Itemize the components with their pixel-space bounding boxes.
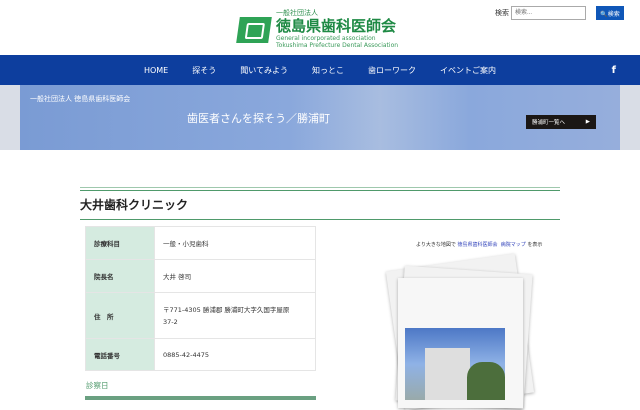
clinic-info-table: 診療科目 一般・小児歯科 院長名 大井 啓司 住 所〒771-4305 勝浦郡 勝浦…	[85, 226, 316, 371]
town-list-button[interactable]: 勝浦町一覧へ ▶	[526, 115, 596, 129]
search-input[interactable]	[511, 6, 586, 20]
caption-pre: より大きな地図で	[416, 242, 456, 248]
clinic-name: 大井歯科クリニック	[80, 187, 560, 220]
row-value: 大井 啓司	[154, 259, 316, 293]
row-value-2: 37-2	[163, 317, 178, 326]
row-label: 診療科目	[85, 226, 155, 260]
nav-home[interactable]: HOME	[132, 66, 180, 75]
row-label: 院長名	[85, 259, 155, 293]
site-logo[interactable]: 一般社団法人 徳島県歯科医師会 General incorporated ass…	[236, 8, 399, 49]
org-name: 徳島県歯科医師会	[276, 17, 397, 35]
org-en2: Tokushima Prefecture Dental Association	[276, 42, 399, 49]
clinic-photo[interactable]	[405, 328, 505, 400]
nav-ask[interactable]: 聞いてみよう	[228, 65, 300, 76]
nav-events[interactable]: イベントご案内	[428, 65, 508, 76]
facebook-icon[interactable]: f	[600, 65, 628, 76]
play-icon: ▶	[585, 119, 590, 125]
nav-work[interactable]: 歯ローワーク	[356, 65, 428, 76]
search-label: 検索	[495, 9, 509, 17]
section-divider	[85, 396, 316, 400]
logo-icon	[236, 17, 272, 43]
search-form: 検索 🔍検索	[495, 6, 624, 20]
town-list-label: 勝浦町一覧へ	[532, 120, 566, 126]
main-nav: HOME 探そう 聞いてみよう 知っとこ 歯ローワーク イベントご案内 f	[0, 55, 640, 85]
org-en1: General incorporated association	[276, 35, 376, 42]
row-value: 〒771-4305 勝浦郡 勝浦町大字久国字屋原	[163, 305, 290, 314]
caption-post: を表示	[527, 242, 543, 248]
table-row: 住 所〒771-4305 勝浦郡 勝浦町大字久国字屋原 37-2	[85, 292, 316, 339]
table-row: 診療科目 一般・小児歯科	[85, 226, 316, 260]
nav-know[interactable]: 知っとこ	[300, 65, 356, 76]
row-label: 住 所	[85, 292, 155, 339]
row-value: 一般・小児歯科	[154, 226, 316, 260]
search-button[interactable]: 🔍検索	[596, 6, 624, 20]
site-header: 一般社団法人 徳島県歯科医師会 General incorporated ass…	[0, 0, 640, 55]
table-row: 院長名 大井 啓司	[85, 259, 316, 293]
section-heading: 診察日	[86, 381, 109, 390]
search-button-label: 検索	[607, 11, 620, 18]
map-caption: より大きな地図で 徳島県歯科医師会 病院マップ を表示	[416, 241, 542, 248]
map-link-association[interactable]: 徳島県歯科医師会	[458, 242, 498, 248]
banner-title: 歯医者さんを探そう／勝浦町	[187, 112, 330, 125]
nav-search[interactable]: 探そう	[180, 65, 228, 76]
phone-value[interactable]: 0885-42-4475	[154, 338, 316, 371]
table-row: 電話番号 0885-42-4475	[85, 338, 316, 371]
address-cell: 〒771-4305 勝浦郡 勝浦町大字久国字屋原 37-2	[154, 292, 316, 339]
row-label: 電話番号	[85, 338, 155, 371]
page-banner: 一般社団法人 徳島県歯科医師会 歯医者さんを探そう／勝浦町 勝浦町一覧へ ▶	[20, 85, 620, 150]
map-link-hospital[interactable]: 病院マップ	[501, 242, 526, 248]
banner-logo: 一般社団法人 徳島県歯科医師会	[30, 95, 131, 103]
